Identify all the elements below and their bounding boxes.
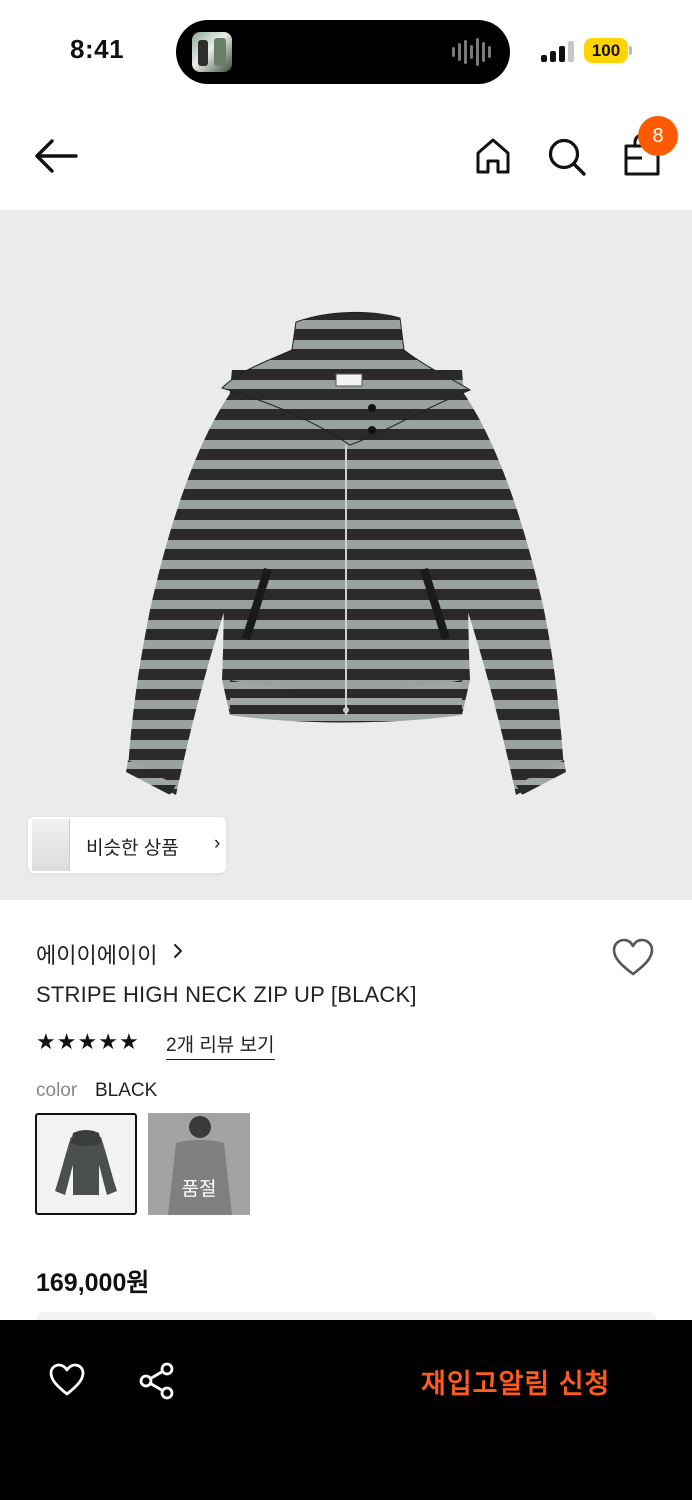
- star-icon: ★: [77, 1029, 98, 1054]
- battery-tip: [629, 46, 632, 55]
- heart-icon[interactable]: [48, 1363, 86, 1397]
- now-playing-thumbnail: [192, 32, 232, 72]
- similar-products-thumbnail: [32, 819, 84, 871]
- top-nav: [0, 100, 692, 210]
- color-swatch-selected[interactable]: [35, 1113, 137, 1215]
- similar-products-label: 비슷한 상품: [86, 838, 179, 859]
- rating-stars: ★ ★ ★ ★ ★: [36, 1030, 139, 1054]
- arrow-left-icon[interactable]: [34, 138, 78, 174]
- product-image[interactable]: [0, 210, 692, 900]
- restock-alert-button[interactable]: 재입고알림 신청: [421, 1362, 610, 1401]
- star-icon: ★: [98, 1029, 118, 1054]
- bottom-action-bar: [0, 1320, 692, 1500]
- status-time: 8:41: [70, 34, 125, 64]
- similar-products-button[interactable]: 비슷한 상품 ›: [28, 817, 226, 873]
- cart-count-badge: 8: [638, 116, 678, 156]
- product-price: 169,000원: [36, 1269, 150, 1297]
- star-icon: ★: [36, 1029, 56, 1054]
- review-link[interactable]: 2개 리뷰 보기: [166, 1030, 275, 1060]
- color-label: color: [36, 1080, 78, 1101]
- cellular-signal-icon: [541, 40, 577, 62]
- audio-wave-icon: [452, 38, 492, 66]
- product-photo: [126, 311, 566, 795]
- heart-icon[interactable]: [611, 938, 655, 978]
- swatch-jacket-image: [55, 1130, 117, 1195]
- battery-indicator: 100: [584, 38, 628, 63]
- chevron-right-icon[interactable]: [172, 941, 184, 961]
- product-name: STRIPE HIGH NECK ZIP UP [BLACK]: [36, 982, 417, 1007]
- share-icon[interactable]: [138, 1362, 176, 1400]
- color-swatch-soldout[interactable]: 품절: [148, 1113, 250, 1215]
- status-bar: 8:41 100: [0, 0, 692, 100]
- search-icon[interactable]: [547, 137, 587, 177]
- brand-name[interactable]: 에이이에이이: [36, 938, 157, 970]
- home-icon[interactable]: [474, 137, 512, 175]
- chevron-right-icon: ›: [214, 833, 221, 854]
- soldout-label: 품절: [181, 1178, 217, 1200]
- dynamic-island[interactable]: [176, 20, 510, 84]
- star-icon: ★: [56, 1029, 77, 1054]
- color-value: BLACK: [95, 1080, 158, 1101]
- star-icon: ★: [118, 1029, 139, 1054]
